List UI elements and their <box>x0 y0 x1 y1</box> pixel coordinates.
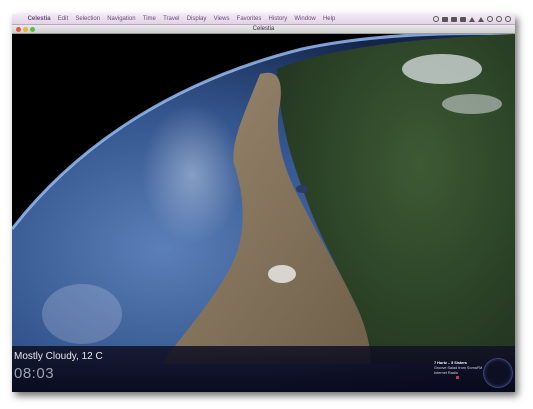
clock-icon[interactable] <box>487 16 493 22</box>
celestia-viewport[interactable] <box>12 34 515 392</box>
menu-display[interactable]: Display <box>183 16 210 22</box>
screen-status-icon[interactable] <box>451 16 457 22</box>
weather-label: Mostly Cloudy, 12 C <box>14 351 103 362</box>
display-status-icon[interactable] <box>442 16 448 22</box>
window-title: Celestia <box>252 26 275 32</box>
screenshot-frame: Celestia Edit Selection Navigation Time … <box>12 14 515 392</box>
battery-icon[interactable] <box>460 16 466 22</box>
play-status-icon[interactable] <box>433 16 439 22</box>
menu-history[interactable]: History <box>265 16 291 22</box>
menu-views[interactable]: Views <box>210 16 233 22</box>
pause-icon[interactable] <box>456 376 459 379</box>
menu-time[interactable]: Time <box>139 16 159 22</box>
menu-help[interactable]: Help <box>319 16 339 22</box>
menu-edit[interactable]: Edit <box>54 16 72 22</box>
bluetooth-icon[interactable] <box>469 16 475 22</box>
status-menus <box>433 16 515 22</box>
user-icon[interactable] <box>496 16 502 22</box>
spotlight-icon[interactable] <box>505 16 511 22</box>
clock-label: 08:03 <box>14 365 55 382</box>
menu-navigation[interactable]: Navigation <box>104 16 140 22</box>
menu-window[interactable]: Window <box>291 16 320 22</box>
menu-favorites[interactable]: Favorites <box>233 16 265 22</box>
menu-selection[interactable]: Selection <box>72 16 104 22</box>
menu-travel[interactable]: Travel <box>159 16 183 22</box>
window-titlebar: Celestia <box>12 25 515 34</box>
wifi-icon[interactable] <box>478 16 484 22</box>
now-playing-source: Internet Radio <box>434 371 458 375</box>
radar-widget-icon[interactable] <box>483 358 513 388</box>
menu-app-name[interactable]: Celestia <box>24 16 54 22</box>
earth-render <box>12 34 515 392</box>
menu-bar: Celestia Edit Selection Navigation Time … <box>12 14 515 25</box>
now-playing-widget[interactable]: 7 Hurtz – 5 Sisters Groove Salad from So… <box>434 361 484 381</box>
